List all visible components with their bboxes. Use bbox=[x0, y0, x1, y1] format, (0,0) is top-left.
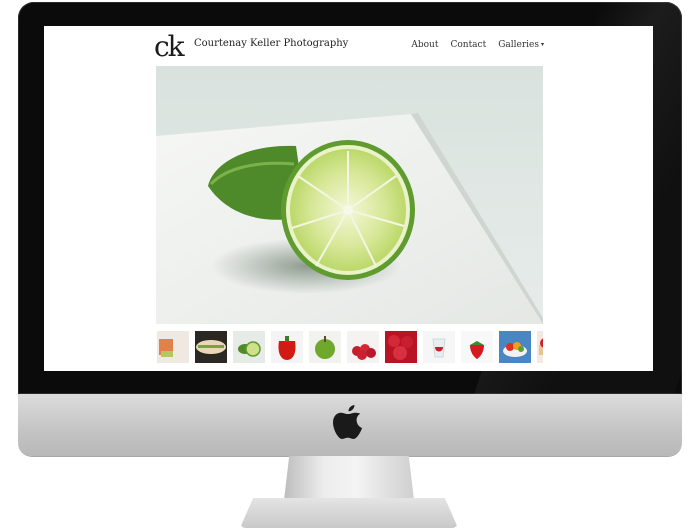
chevron-down-icon: ▾ bbox=[540, 41, 544, 48]
thumbnail-strawberry-glass[interactable] bbox=[423, 331, 455, 363]
site-logo[interactable]: ck bbox=[154, 30, 185, 63]
nav-galleries-label: Galleries bbox=[498, 40, 539, 50]
monitor-stand-base bbox=[240, 498, 458, 528]
thumbnail-sandwich[interactable] bbox=[195, 331, 227, 363]
logo-text: ck bbox=[154, 30, 185, 63]
thumbnail-red-pepper[interactable] bbox=[271, 331, 303, 363]
thumbnail-green-apple[interactable] bbox=[309, 331, 341, 363]
lime-photo-illustration bbox=[156, 113, 543, 324]
nav-contact[interactable]: Contact bbox=[450, 40, 486, 50]
hero-photo[interactable] bbox=[156, 66, 543, 324]
nav-galleries[interactable]: Galleries ▾ bbox=[498, 40, 544, 50]
apple-icon bbox=[333, 405, 362, 439]
thumbnail-food-dish[interactable] bbox=[157, 331, 189, 363]
nav-about[interactable]: About bbox=[411, 40, 438, 50]
thumbnail-fruit-bowl[interactable] bbox=[499, 331, 531, 363]
site-header: ck Courtenay Keller Photography About Co… bbox=[154, 33, 544, 65]
thumbnail-lime[interactable] bbox=[233, 331, 265, 363]
monitor-stand-neck bbox=[284, 456, 414, 500]
thumbnail-strawberry[interactable] bbox=[461, 331, 493, 363]
thumbnail-raspberry-pile[interactable] bbox=[385, 331, 417, 363]
thumbnail-raspberries[interactable] bbox=[347, 331, 379, 363]
thumbnail-strip bbox=[157, 331, 543, 363]
main-nav: About Contact Galleries ▾ bbox=[411, 40, 544, 50]
thumbnail-strawberry-tart[interactable] bbox=[537, 331, 543, 363]
website-screen: ck Courtenay Keller Photography About Co… bbox=[44, 26, 653, 371]
site-title[interactable]: Courtenay Keller Photography bbox=[194, 38, 348, 49]
